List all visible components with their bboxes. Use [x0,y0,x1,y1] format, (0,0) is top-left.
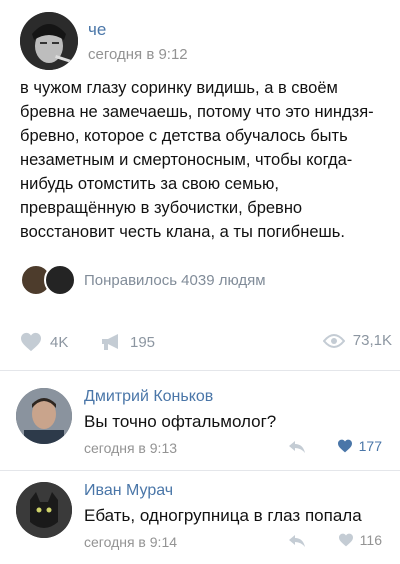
commenter-avatar[interactable] [16,482,72,538]
comment-text: Вы точно офтальмолог? [84,412,277,431]
commenter-avatar[interactable] [16,388,72,444]
comment: Иван Мурач Ебать, одногрупница в глаз по… [0,474,400,564]
reply-arrow-icon [289,441,305,453]
views-count: 73,1K [352,332,392,349]
comment-like-button[interactable]: 116 [338,532,382,548]
reply-button[interactable] [288,534,306,553]
post-text: в чужом глазу соринку видишь, а в своём … [20,79,374,241]
views-counter: 73,1K [322,332,392,349]
share-count: 195 [130,333,156,351]
comment-like-button[interactable]: 177 [337,438,382,454]
divider [0,370,400,371]
commenter-photo [16,388,72,444]
heart-icon [338,533,353,547]
eye-icon [322,333,345,348]
liked-by-text[interactable]: Понравилось 4039 людям [84,272,266,289]
comment-author[interactable]: Иван Мурач [84,482,173,500]
heart-icon [337,439,352,453]
post-timestamp: сегодня в 9:12 [88,46,188,63]
megaphone-icon [102,334,118,350]
comment-timestamp: сегодня в 9:14 [84,534,178,550]
comment-timestamp: сегодня в 9:13 [84,440,178,456]
commenter-photo [16,482,72,538]
like-button[interactable]: 4K [20,332,68,352]
like-count: 4K [50,333,69,351]
divider [0,470,400,471]
share-button[interactable]: 195 [100,332,155,352]
heart-icon [21,332,41,352]
comment-like-count: 177 [358,438,382,454]
comment-author[interactable]: Дмитрий Коньков [84,388,213,406]
comment-text: Ебать, одногрупница в глаз попала [84,506,362,525]
reply-button[interactable] [288,440,306,459]
author-avatar[interactable] [20,12,78,70]
comment: Дмитрий Коньков Вы точно офтальмолог? се… [0,380,400,470]
reply-arrow-icon [289,535,305,547]
likers-row[interactable]: Понравилось 4039 людям [20,264,392,298]
post-author-name[interactable]: че [88,20,106,40]
post-actions: 4K 195 73,1K [20,332,392,356]
portrait-image [20,12,78,70]
post-header: че сегодня в 9:12 [12,10,388,70]
liker-avatar [44,264,76,296]
comment-like-count: 116 [359,532,382,548]
